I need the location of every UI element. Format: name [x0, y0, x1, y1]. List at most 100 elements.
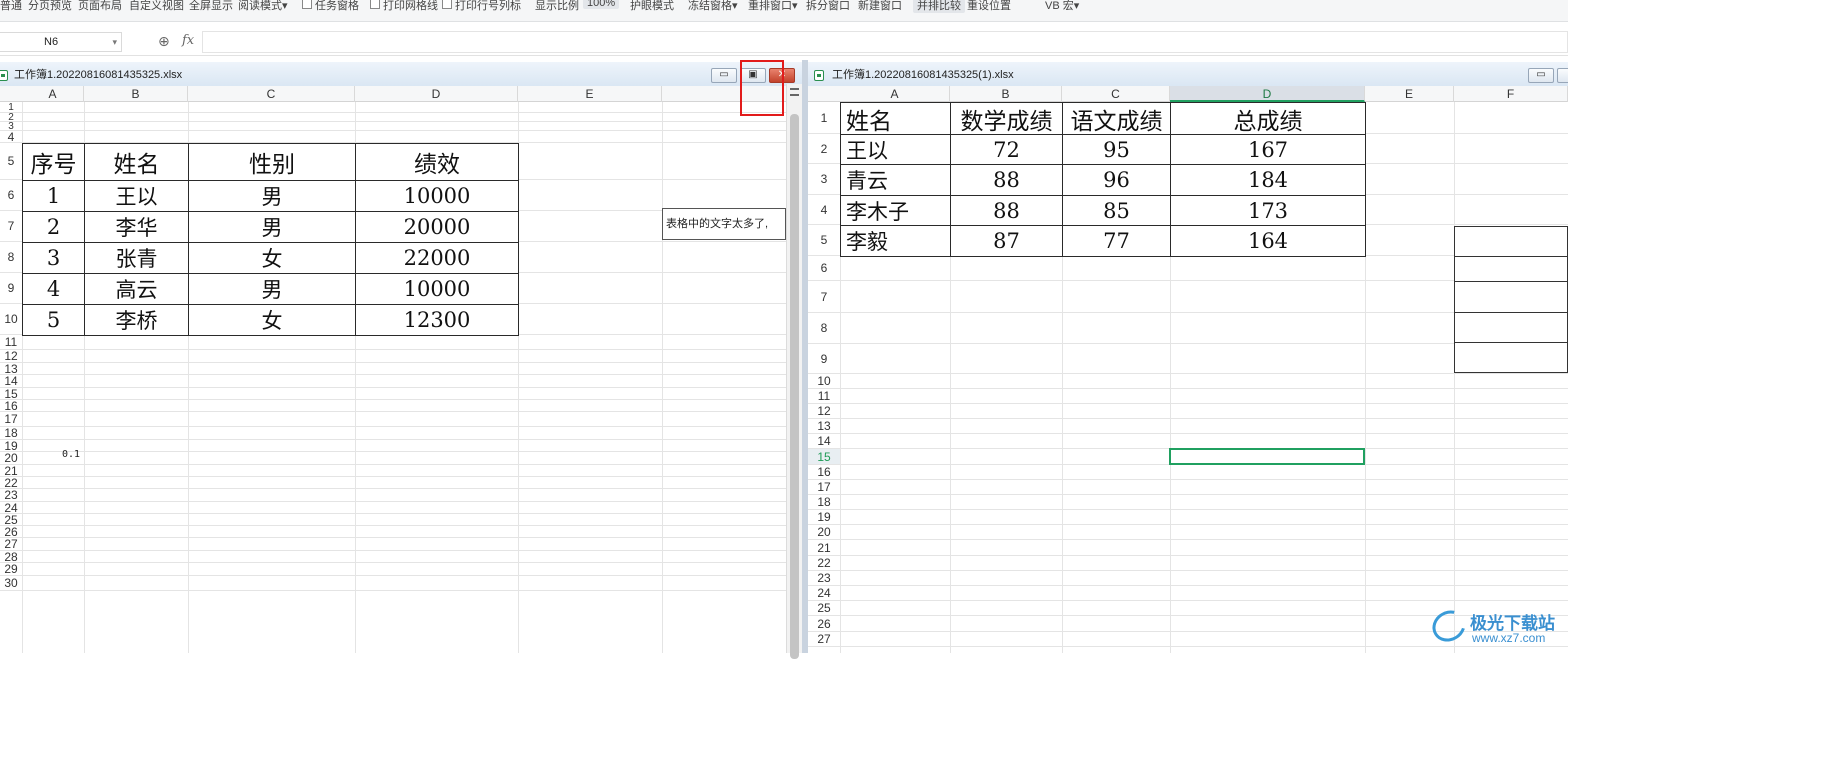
table-cell[interactable]: 李木子 [840, 195, 951, 226]
vertical-scrollbar[interactable] [786, 84, 802, 659]
table-cell[interactable]: 72 [950, 134, 1063, 165]
ribbon-item[interactable]: 并排比较 [913, 0, 965, 13]
table-header-cell[interactable]: 总成绩 [1170, 102, 1366, 135]
column-header-e[interactable]: E [518, 86, 662, 102]
table-cell[interactable]: 22000 [355, 242, 519, 274]
table-cell[interactable]: 3 [22, 242, 85, 274]
overflow-text-cell[interactable]: 表格中的文字太多了, [662, 208, 786, 240]
border-cell-f8[interactable] [1454, 312, 1568, 343]
minimize-button[interactable]: ▭ [711, 68, 737, 83]
scroll-marker-icon [790, 94, 799, 96]
restore-button[interactable] [1557, 68, 1568, 83]
table-cell[interactable]: 男 [188, 180, 356, 212]
table-cell[interactable]: 173 [1170, 195, 1366, 226]
ribbon-item[interactable]: 自定义视图 [129, 0, 184, 13]
table-cell[interactable]: 88 [950, 195, 1063, 226]
formula-input[interactable] [202, 31, 1568, 53]
zoom-icon[interactable]: ⊕ [158, 33, 170, 50]
ribbon-item[interactable]: 打印网格线 [370, 0, 438, 13]
fx-icon[interactable]: fx [182, 33, 194, 48]
table-cell[interactable]: 王以 [840, 134, 951, 165]
table-cell[interactable]: 李华 [84, 211, 189, 243]
column-header-d[interactable]: D [1170, 86, 1365, 102]
minimize-button[interactable]: ▭ [1528, 68, 1554, 83]
column-header-a[interactable]: A [22, 86, 84, 102]
table-cell[interactable]: 张青 [84, 242, 189, 274]
table-cell[interactable]: 1 [22, 180, 85, 212]
table-cell[interactable]: 李毅 [840, 225, 951, 257]
cell-a18[interactable]: 0.1 [22, 449, 80, 460]
table-cell[interactable]: 女 [188, 304, 356, 336]
table-cell[interactable]: 王以 [84, 180, 189, 212]
ribbon-item[interactable]: 阅读模式▾ [238, 0, 288, 13]
table-header-cell[interactable]: 姓名 [84, 143, 189, 181]
ribbon-item[interactable]: 显示比例 [535, 0, 579, 13]
ribbon-item[interactable]: 新建窗口 [858, 0, 902, 13]
table-cell[interactable]: 96 [1062, 164, 1171, 196]
table-cell[interactable]: 20000 [355, 211, 519, 243]
table-cell[interactable]: 95 [1062, 134, 1171, 165]
border-cell-f7[interactable] [1454, 281, 1568, 313]
table-header-cell[interactable]: 序号 [22, 143, 85, 181]
ribbon-item[interactable]: 打印行号列标 [442, 0, 521, 13]
ribbon-item[interactable]: 100% [583, 0, 620, 9]
table-header-cell[interactable]: 绩效 [355, 143, 519, 181]
ribbon-item[interactable]: 重设位置 [967, 0, 1011, 13]
table-cell[interactable]: 88 [950, 164, 1063, 196]
table-cell[interactable]: 高云 [84, 273, 189, 305]
table-cell[interactable]: 87 [950, 225, 1063, 257]
watermark-url: www.xz7.com [1472, 631, 1546, 645]
aurora-logo-icon [1426, 604, 1472, 648]
ribbon-item[interactable]: 全屏显示 [189, 0, 233, 13]
column-header-d[interactable]: D [355, 86, 518, 102]
border-cell-f6[interactable] [1454, 256, 1568, 282]
table-cell[interactable]: 167 [1170, 134, 1366, 165]
table-header-cell[interactable]: 性别 [188, 143, 356, 181]
table-cell[interactable]: 李桥 [84, 304, 189, 336]
table-cell[interactable]: 4 [22, 273, 85, 305]
ribbon-item[interactable]: 任务窗格 [302, 0, 359, 13]
active-cell-d15[interactable] [1169, 448, 1365, 465]
column-header-b[interactable]: B [84, 86, 188, 102]
table-header-cell[interactable]: 语文成绩 [1062, 102, 1171, 135]
ribbon-item[interactable]: 普通 [0, 0, 22, 13]
table-cell[interactable]: 女 [188, 242, 356, 274]
ribbon-item[interactable]: 重排窗口▾ [748, 0, 798, 13]
table-cell[interactable]: 10000 [355, 180, 519, 212]
ribbon-item[interactable]: VB 宏▾ [1045, 0, 1079, 13]
ribbon-item[interactable]: 护眼模式 [630, 0, 674, 13]
table-cell[interactable]: 2 [22, 211, 85, 243]
table-cell[interactable]: 12300 [355, 304, 519, 336]
table-cell[interactable]: 男 [188, 273, 356, 305]
table-header-cell[interactable]: 姓名 [840, 102, 951, 135]
ribbon-item[interactable]: 冻结窗格▾ [688, 0, 738, 13]
table-cell[interactable]: 164 [1170, 225, 1366, 257]
column-header-c[interactable]: C [1062, 86, 1170, 102]
border-cell-f5[interactable] [1454, 226, 1568, 257]
ribbon-item[interactable]: 页面布局 [78, 0, 122, 13]
table-cell[interactable]: 男 [188, 211, 356, 243]
right-window-title-bar[interactable]: 工作簿1.20220816081435325(1).xlsx ▭ [808, 62, 1568, 88]
column-header-c[interactable]: C [188, 86, 355, 102]
border-cell-f9[interactable] [1454, 342, 1568, 373]
right-sheet-grid[interactable]: ABCDEF 1 2 3 4 5 6 7 8 9 10 11 12 13 14 15 16 17 18 19 20 21… [808, 86, 1568, 653]
table-cell[interactable]: 77 [1062, 225, 1171, 257]
column-header-b[interactable]: B [950, 86, 1062, 102]
table-cell[interactable]: 10000 [355, 273, 519, 305]
ribbon-item[interactable]: 拆分窗口 [806, 0, 850, 13]
column-header-a[interactable]: A [840, 86, 950, 102]
left-sheet-grid[interactable]: ABCDE 1 2 3 4 5 6 7 8 9 10 11 12 13 14 15 16 17 18 19 20 21 2… [0, 86, 802, 653]
chevron-down-icon[interactable]: ▾ [112, 33, 117, 51]
scroll-up-icon[interactable] [790, 88, 799, 90]
left-window-title-bar[interactable]: 工作簿1.20220816081435325.xlsx ▭ ▣ ✕ [0, 62, 802, 88]
table-cell[interactable]: 184 [1170, 164, 1366, 196]
table-cell[interactable]: 85 [1062, 195, 1171, 226]
table-cell[interactable]: 青云 [840, 164, 951, 196]
scrollbar-thumb[interactable] [790, 114, 799, 659]
name-box[interactable]: N6 ▾ [0, 32, 122, 52]
column-header-f[interactable]: F [1454, 86, 1568, 102]
ribbon-item[interactable]: 分页预览 [28, 0, 72, 13]
table-cell[interactable]: 5 [22, 304, 85, 336]
column-header-e[interactable]: E [1365, 86, 1454, 102]
table-header-cell[interactable]: 数学成绩 [950, 102, 1063, 135]
